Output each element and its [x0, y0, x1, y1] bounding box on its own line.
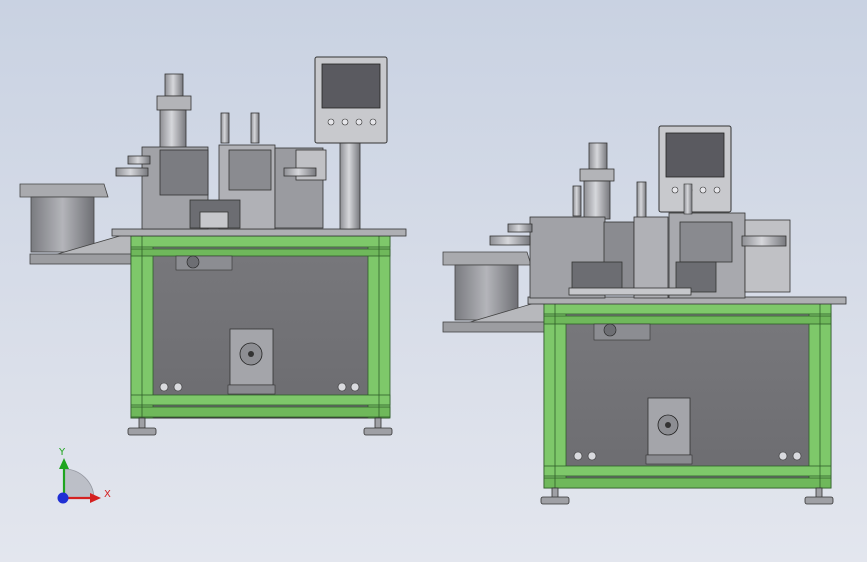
orientation-triad: Y X — [57, 447, 111, 504]
y-axis-arrow — [59, 458, 69, 469]
cad-viewport[interactable]: Y X — [0, 0, 867, 562]
x-axis-arrow — [90, 493, 101, 503]
leveling-feet-left — [127, 417, 393, 436]
assembly-scene: Y X — [19, 56, 847, 505]
tabletop-left — [111, 228, 407, 237]
x-axis-label: X — [104, 489, 111, 500]
press-units-right — [489, 142, 791, 299]
hmi-panel-right — [658, 125, 732, 215]
bowl-feeder-left — [19, 183, 141, 265]
hmi-panel-left — [314, 56, 388, 144]
machine-right — [442, 125, 847, 505]
y-axis-label: Y — [58, 447, 66, 458]
z-axis-marker — [57, 492, 69, 504]
leveling-feet-right — [540, 487, 834, 505]
machine-left — [19, 56, 407, 436]
